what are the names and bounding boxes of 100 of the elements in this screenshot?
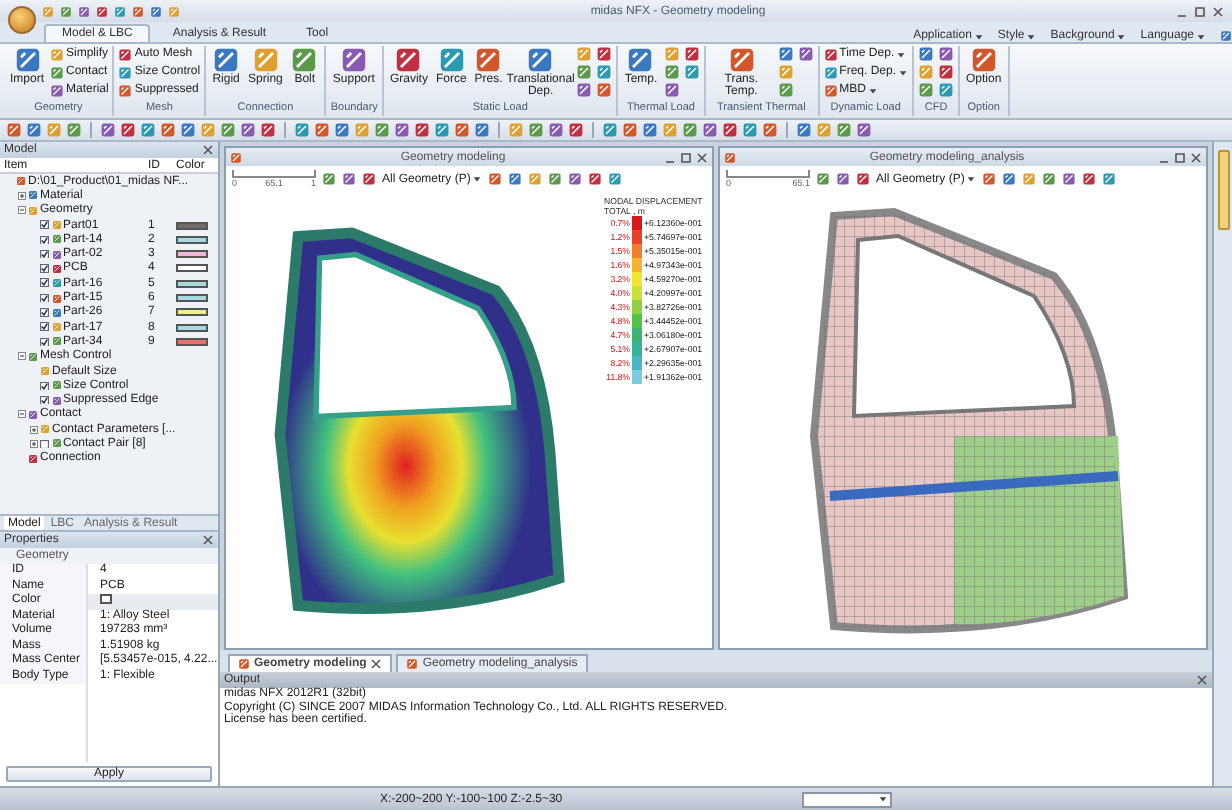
maximize-icon[interactable] — [1174, 151, 1186, 163]
tool-icon[interactable] — [663, 82, 680, 98]
toolbar-icon[interactable] — [682, 122, 698, 138]
tool-icon[interactable] — [938, 82, 955, 98]
tool-icon[interactable] — [938, 64, 955, 80]
checkbox[interactable] — [40, 264, 49, 274]
toolbar-icon[interactable] — [334, 122, 350, 138]
color-swatch[interactable] — [100, 594, 112, 604]
toolbar-icon[interactable] — [66, 122, 82, 138]
view-tool-icon[interactable] — [322, 172, 336, 186]
toolbar-icon[interactable] — [742, 122, 758, 138]
close-icon[interactable] — [696, 151, 708, 163]
collapse-icon[interactable] — [18, 410, 26, 419]
view-tool-icon[interactable] — [508, 172, 523, 186]
tool-icon[interactable] — [576, 82, 593, 98]
checkbox[interactable] — [40, 439, 49, 449]
tool-icon[interactable] — [596, 82, 613, 98]
toolbar-icon[interactable] — [180, 122, 196, 138]
toolbar-icon[interactable] — [140, 122, 156, 138]
view-tool-icon[interactable] — [488, 172, 503, 186]
tool-icon[interactable] — [797, 46, 814, 62]
view-tool-icon[interactable] — [1102, 172, 1117, 186]
toolbar-icon[interactable] — [120, 122, 136, 138]
tool-icon[interactable] — [918, 46, 935, 62]
tool-icon[interactable] — [918, 82, 935, 98]
tool-icon[interactable] — [663, 64, 680, 80]
close-icon[interactable] — [202, 534, 214, 546]
toolbar-icon[interactable] — [260, 122, 276, 138]
checkbox[interactable] — [40, 235, 49, 245]
toolbar-icon[interactable] — [722, 122, 738, 138]
maximize-icon[interactable] — [680, 151, 692, 163]
quick-access-icon[interactable] — [60, 5, 72, 17]
checkbox[interactable] — [40, 249, 49, 259]
view-tool-icon[interactable] — [588, 172, 603, 186]
toolbar-icon[interactable] — [434, 122, 450, 138]
quick-access-icon[interactable] — [132, 5, 144, 17]
close-icon[interactable] — [1212, 5, 1224, 17]
toolbar-icon[interactable] — [796, 122, 812, 138]
view-tool-icon[interactable] — [1082, 172, 1097, 186]
view-tool-icon[interactable] — [1002, 172, 1017, 186]
checkbox[interactable] — [40, 220, 49, 230]
view-tool-icon[interactable] — [1042, 172, 1057, 186]
checkbox[interactable] — [40, 293, 49, 303]
toolbar-icon[interactable] — [314, 122, 330, 138]
view-tool-icon[interactable] — [548, 172, 563, 186]
toolbar-icon[interactable] — [856, 122, 872, 138]
toolbar-icon[interactable] — [294, 122, 310, 138]
view-tool-icon[interactable] — [836, 172, 850, 186]
close-icon[interactable] — [1190, 151, 1202, 163]
tool-icon[interactable] — [596, 46, 613, 62]
toolbar-icon[interactable] — [548, 122, 564, 138]
checkbox[interactable] — [40, 395, 49, 405]
checkbox[interactable] — [40, 381, 49, 391]
toolbar-icon[interactable] — [568, 122, 584, 138]
expand-icon[interactable] — [30, 439, 38, 448]
toolbar-icon[interactable] — [374, 122, 390, 138]
maximize-icon[interactable] — [1194, 5, 1206, 17]
toolbar-icon[interactable] — [100, 122, 116, 138]
view-tool-icon[interactable] — [568, 172, 583, 186]
toolbar-icon[interactable] — [160, 122, 176, 138]
toolbar-icon[interactable] — [702, 122, 718, 138]
tool-icon[interactable] — [683, 46, 700, 62]
tool-icon[interactable] — [938, 46, 955, 62]
toolbar-icon[interactable] — [26, 122, 42, 138]
tool-icon[interactable] — [596, 64, 613, 80]
toolbar-icon[interactable] — [836, 122, 852, 138]
toolbar-icon[interactable] — [474, 122, 490, 138]
close-icon[interactable] — [370, 658, 383, 670]
tool-icon[interactable] — [777, 46, 794, 62]
toolbar-icon[interactable] — [394, 122, 410, 138]
toolbar-icon[interactable] — [220, 122, 236, 138]
unit-dropdown[interactable] — [802, 791, 893, 807]
toolbar-icon[interactable] — [642, 122, 658, 138]
view-tool-icon[interactable] — [1062, 172, 1077, 186]
checkbox[interactable] — [40, 337, 49, 347]
expand-icon[interactable] — [18, 191, 26, 200]
toolbar-icon[interactable] — [622, 122, 638, 138]
toolbar-icon[interactable] — [762, 122, 778, 138]
tool-icon[interactable] — [777, 82, 794, 98]
close-icon[interactable] — [1196, 674, 1208, 686]
checkbox[interactable] — [40, 308, 49, 318]
view-tool-icon[interactable] — [816, 172, 830, 186]
toolbar-icon[interactable] — [414, 122, 430, 138]
collapse-icon[interactable] — [18, 206, 26, 215]
quick-access-icon[interactable] — [150, 5, 162, 17]
toolbar-icon[interactable] — [528, 122, 544, 138]
quick-access-icon[interactable] — [96, 5, 108, 17]
checkbox[interactable] — [40, 278, 49, 288]
expand-icon[interactable] — [30, 425, 38, 434]
application-menu-button[interactable] — [8, 5, 36, 33]
view-tool-icon[interactable] — [856, 172, 870, 186]
toolbar-icon[interactable] — [602, 122, 618, 138]
quick-access-icon[interactable] — [114, 5, 126, 17]
toolbar-icon[interactable] — [6, 122, 22, 138]
view-tool-icon[interactable] — [362, 172, 376, 186]
view-tool-icon[interactable] — [608, 172, 623, 186]
view-tool-icon[interactable] — [982, 172, 997, 186]
close-icon[interactable] — [202, 144, 214, 156]
tool-icon[interactable] — [683, 64, 700, 80]
toolbar-icon[interactable] — [454, 122, 470, 138]
